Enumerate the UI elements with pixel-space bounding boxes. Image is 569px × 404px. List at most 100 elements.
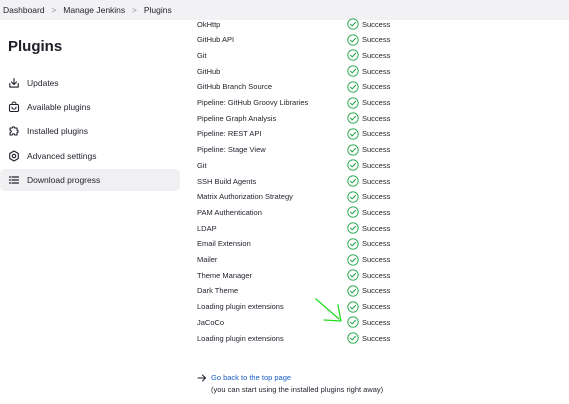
download-icon — [8, 77, 20, 89]
status-label: Success — [362, 50, 391, 60]
check-circle-icon — [347, 332, 359, 344]
table-row: PAM Authentication Success — [197, 204, 437, 220]
breadcrumb-separator: > — [51, 5, 57, 15]
plugin-name: Pipeline: Stage View — [197, 145, 266, 155]
status-label: Success — [362, 302, 391, 312]
table-row: GitHub Branch Source Success — [197, 79, 437, 95]
status-badge: Success — [347, 96, 391, 109]
check-circle-icon — [347, 238, 359, 250]
sidebar-item-label: Installed plugins — [27, 126, 88, 136]
check-circle-icon — [347, 222, 359, 234]
status-label: Success — [362, 129, 391, 139]
check-circle-icon — [347, 300, 359, 313]
check-circle-icon — [347, 112, 359, 124]
table-row: Pipeline: Stage View Success — [197, 142, 437, 158]
sidebar-item-installed-plugins[interactable]: Installed plugins — [0, 120, 180, 142]
status-label: Success — [362, 19, 391, 29]
status-badge: Success — [347, 128, 390, 140]
plugin-name: JaCoCo — [197, 317, 225, 327]
status-badge: Success — [347, 191, 390, 203]
plugin-name: Matrix Authorization Strategy — [197, 192, 293, 202]
plugin-name: Pipeline: REST API — [197, 129, 262, 139]
status-label: Success — [362, 160, 391, 170]
status-badge: Success — [347, 316, 390, 328]
status-label: Success — [362, 192, 391, 202]
sidebar-item-available-plugins[interactable]: Available plugins — [0, 96, 180, 118]
status-badge: Success — [347, 253, 391, 266]
table-row: SSH Build Agents Success — [197, 173, 437, 189]
status-badge: Success — [347, 238, 390, 250]
plugin-name: GitHub — [197, 66, 221, 76]
status-label: Success — [362, 145, 391, 155]
status-badge: Success — [347, 65, 390, 77]
status-badge: Success — [347, 81, 390, 93]
check-circle-icon — [347, 49, 359, 62]
table-row: Pipeline Graph Analysis Success — [197, 110, 437, 126]
table-row: LDAP Success — [197, 220, 437, 236]
plugin-name: Pipeline Graph Analysis — [197, 113, 277, 123]
list-icon — [8, 174, 20, 186]
status-badge: Success — [347, 222, 390, 234]
arrow-right-icon — [197, 374, 206, 382]
table-row: Pipeline: GitHub Groovy Libraries Success — [197, 95, 437, 111]
status-badge: Success — [347, 206, 391, 219]
sidebar-item-updates[interactable]: Updates — [0, 72, 180, 94]
breadcrumb-separator: > — [132, 5, 137, 15]
table-row: Email Extension Success — [197, 236, 437, 252]
breadcrumb-dashboard[interactable]: Dashboard — [3, 5, 45, 15]
back-to-top-link[interactable]: Go back to the top page — [211, 373, 291, 382]
check-circle-icon — [347, 175, 359, 187]
status-label: Success — [362, 82, 391, 92]
status-label: Success — [362, 317, 391, 327]
plugin-name: OkHttp — [197, 19, 221, 29]
status-label: Success — [362, 286, 391, 296]
sidebar-item-label: Available plugins — [27, 102, 91, 112]
breadcrumb-manage-jenkins[interactable]: Manage Jenkins — [63, 5, 125, 15]
plugin-name: GitHub Branch Source — [197, 82, 273, 92]
plugin-name: Dark Theme — [197, 286, 239, 296]
breadcrumb-plugins[interactable]: Plugins — [144, 5, 172, 15]
status-badge: Success — [347, 285, 390, 297]
sidebar-item-download-progress[interactable]: Download progress — [0, 169, 180, 191]
status-badge: Success — [347, 18, 390, 30]
table-row: Loading plugin extensions Success — [197, 299, 437, 315]
plugin-name: Mailer — [197, 255, 218, 264]
status-badge: Success — [347, 300, 391, 313]
plugin-name: Email Extension — [197, 239, 251, 249]
check-circle-icon — [347, 191, 359, 203]
check-circle-icon — [347, 285, 359, 297]
plugin-name: Loading plugin extensions — [197, 333, 284, 343]
table-row: Dark Theme Success — [197, 283, 437, 299]
status-label: Success — [362, 35, 391, 45]
check-circle-icon — [347, 143, 359, 156]
page-title: Plugins — [8, 38, 63, 55]
plugin-name: Git — [197, 50, 207, 60]
table-row: JaCoCo Success — [197, 314, 437, 330]
check-circle-icon — [347, 253, 359, 266]
table-row: GitHub API Success — [197, 32, 437, 48]
plugin-name: GitHub API — [197, 35, 235, 45]
status-badge: Success — [347, 112, 390, 124]
table-row: Loading plugin extensions Success — [197, 330, 437, 346]
status-label: Success — [362, 207, 391, 217]
plugin-name: Git — [197, 160, 207, 170]
table-row: OkHttp Success — [197, 16, 437, 32]
plugin-name: LDAP — [197, 223, 217, 233]
plugin-name: PAM Authentication — [197, 207, 262, 217]
sidebar-item-advanced-settings[interactable]: Advanced settings — [0, 145, 180, 167]
status-label: Success — [362, 113, 391, 123]
status-label: Success — [362, 255, 391, 264]
status-badge: Success — [347, 332, 390, 344]
plugin-name: Pipeline: GitHub Groovy Libraries — [197, 98, 309, 107]
table-row: Pipeline: REST API Success — [197, 126, 437, 142]
check-circle-icon — [347, 81, 359, 93]
status-badge: Success — [347, 159, 390, 171]
status-label: Success — [362, 98, 391, 107]
status-label: Success — [362, 333, 391, 343]
status-label: Success — [362, 66, 391, 76]
plugin-name: SSH Build Agents — [197, 176, 257, 186]
puzzle-icon — [8, 125, 20, 137]
back-to-top-note: (you can start using the installed plugi… — [211, 385, 384, 394]
sidebar-item-label: Advanced settings — [27, 151, 97, 161]
status-badge: Success — [347, 34, 390, 46]
